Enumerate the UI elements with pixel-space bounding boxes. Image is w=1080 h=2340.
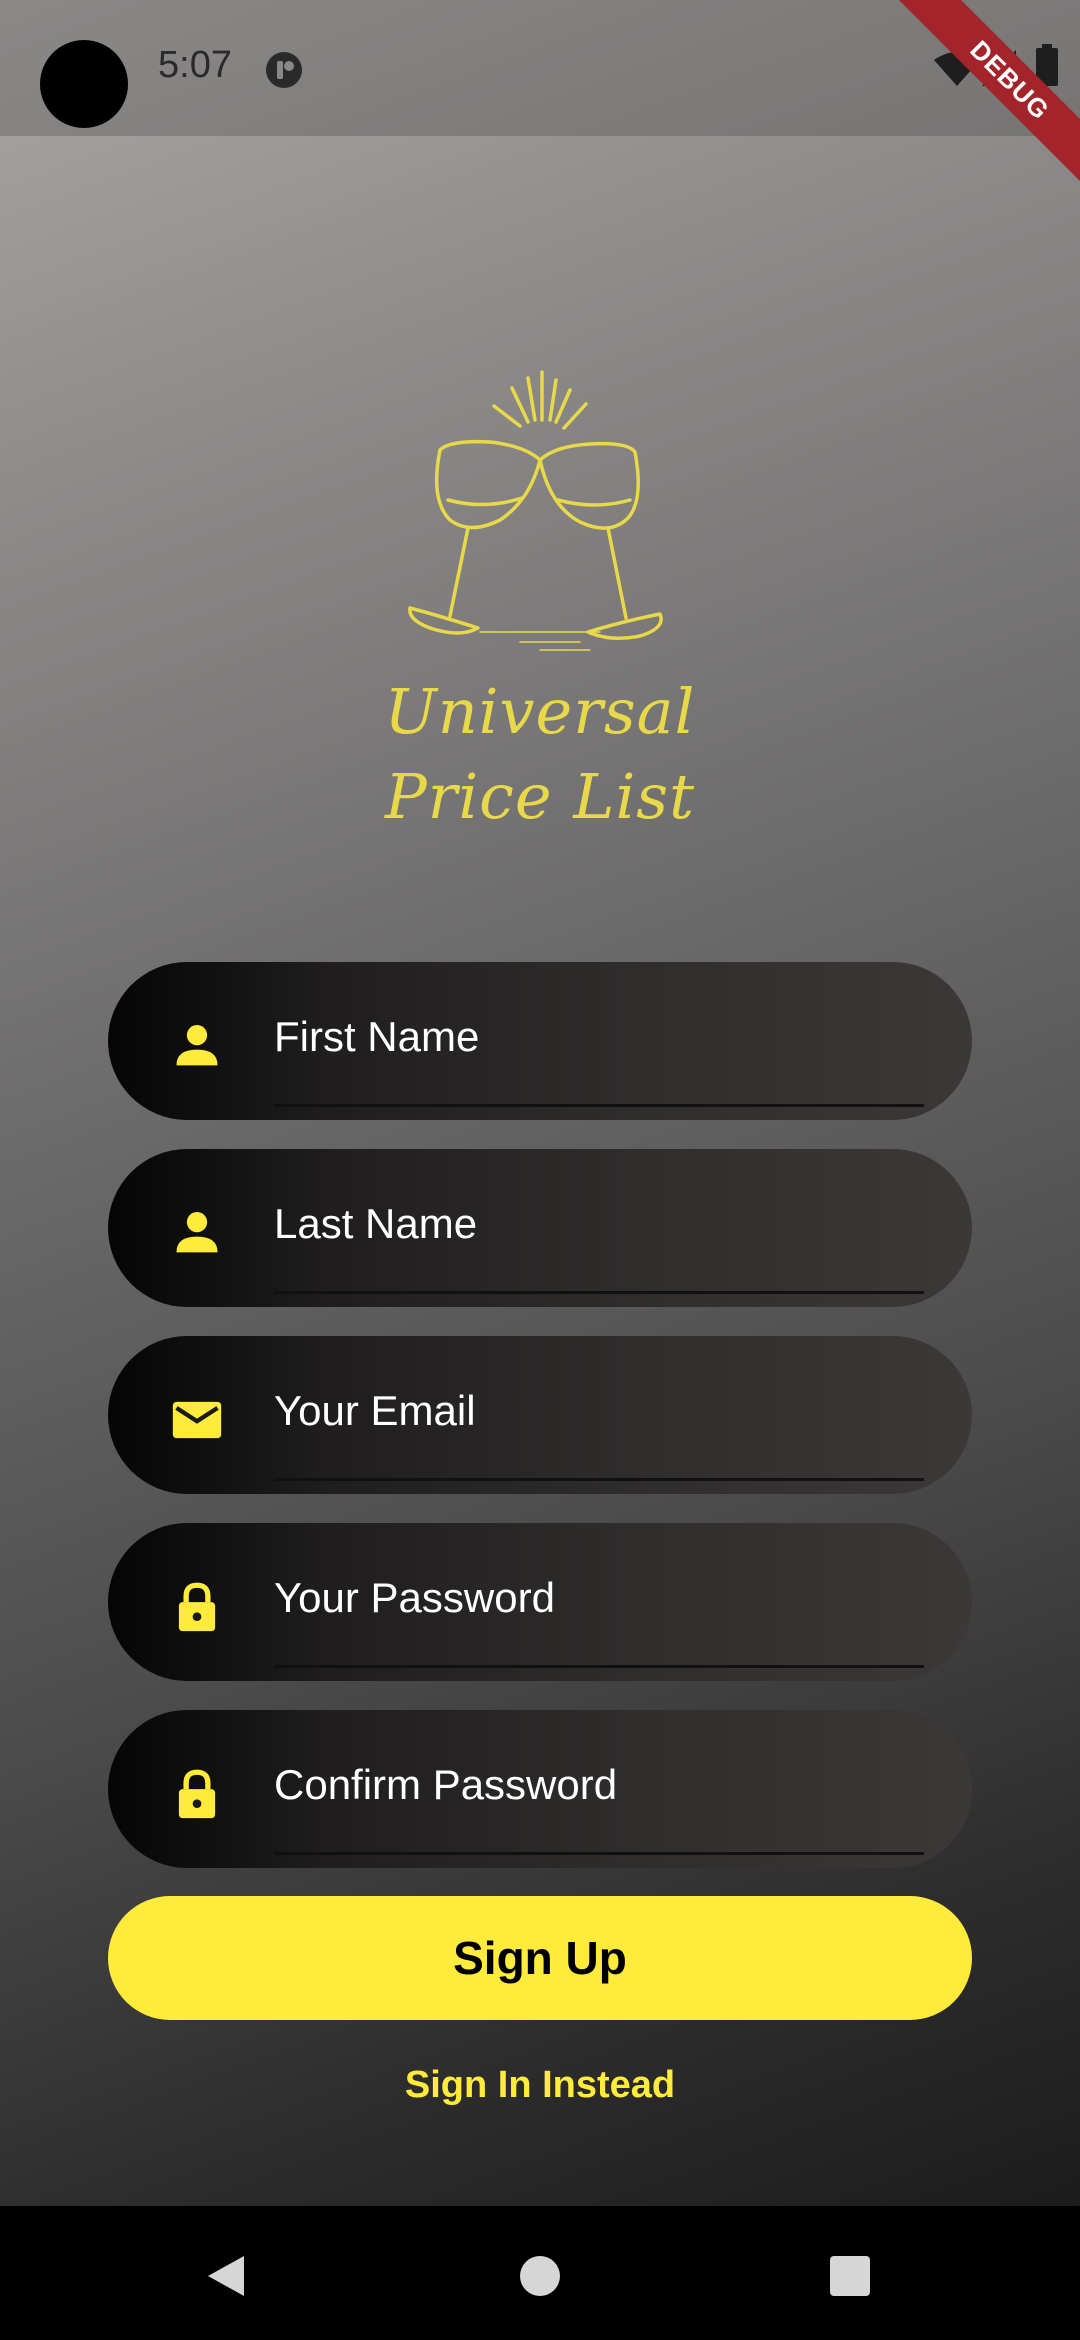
- confirm-password-input[interactable]: [274, 1750, 924, 1820]
- person-icon: [176, 1024, 218, 1066]
- signup-screen: 5:07 DEBUG Universal Price List First Na…: [0, 0, 1080, 2206]
- home-icon[interactable]: [520, 2256, 560, 2296]
- first-name-field[interactable]: [108, 962, 972, 1120]
- email-input[interactable]: [274, 1376, 924, 1446]
- last-name-field[interactable]: [108, 1149, 972, 1307]
- email-field[interactable]: [108, 1336, 972, 1494]
- sign-up-button[interactable]: Sign Up: [108, 1896, 972, 2020]
- confirm-password-field[interactable]: [108, 1710, 972, 1868]
- password-input[interactable]: [274, 1563, 924, 1633]
- password-field[interactable]: [108, 1523, 972, 1681]
- mail-icon: [172, 1401, 222, 1439]
- lock-icon: [178, 1769, 216, 1819]
- debug-banner: DEBUG: [888, 0, 1080, 202]
- field-underline: [274, 1665, 924, 1668]
- field-underline: [274, 1852, 924, 1855]
- notification-icon: [266, 52, 302, 88]
- field-underline: [274, 1104, 924, 1107]
- brand-title-line2: Price List: [384, 760, 696, 833]
- field-underline: [274, 1478, 924, 1481]
- lock-icon: [178, 1582, 216, 1632]
- sign-in-instead-link[interactable]: Sign In Instead: [300, 2064, 780, 2107]
- person-icon: [176, 1211, 218, 1253]
- field-underline: [274, 1291, 924, 1294]
- status-time: 5:07: [158, 44, 232, 86]
- recents-icon[interactable]: [830, 2256, 870, 2296]
- camera-cutout: [40, 40, 128, 128]
- back-icon[interactable]: [204, 2254, 248, 2298]
- status-bar: 5:07 DEBUG: [0, 0, 1080, 202]
- last-name-input[interactable]: [274, 1189, 924, 1259]
- brand-title-line1: Universal: [384, 675, 696, 748]
- navigation-bar: [0, 2206, 1080, 2340]
- first-name-input[interactable]: [274, 1002, 924, 1072]
- clinking-wine-glasses-icon: [408, 370, 663, 651]
